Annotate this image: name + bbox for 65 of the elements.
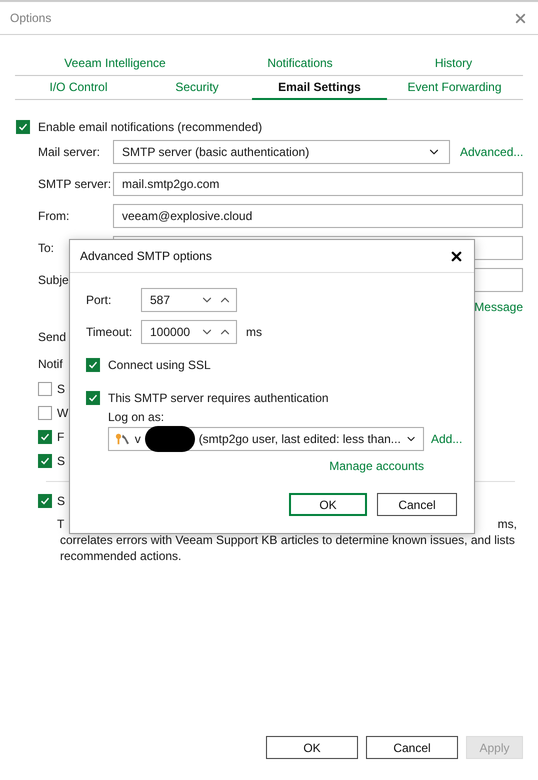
checkbox[interactable]: [16, 120, 30, 134]
dialog-title: Advanced SMTP options: [80, 249, 212, 263]
tab[interactable]: History: [385, 52, 522, 76]
checkbox[interactable]: [38, 430, 52, 444]
checkbox-label: S: [57, 454, 66, 468]
field-label: SMTP server:: [38, 177, 112, 191]
close-button[interactable]: [449, 248, 464, 264]
dialog-button[interactable]: Cancel: [366, 736, 458, 759]
checkbox[interactable]: [38, 494, 52, 508]
checkbox[interactable]: [38, 406, 52, 420]
account-text: v: [134, 432, 141, 446]
checkmark-icon: [18, 122, 28, 132]
checkmark-icon: [40, 432, 50, 442]
section-label: Send: [38, 330, 66, 344]
field-label: Timeout:: [86, 325, 132, 339]
checkmark-icon: [40, 456, 50, 466]
advanced-link[interactable]: Advanced...: [460, 145, 524, 159]
description-text: ms,: [498, 516, 517, 532]
tab[interactable]: Event Forwarding: [387, 76, 522, 100]
tab[interactable]: Security: [142, 76, 252, 100]
add-link[interactable]: Add...: [431, 432, 462, 446]
checkbox-label: This SMTP server requires authentication: [108, 391, 329, 405]
checkmark-icon: [40, 496, 50, 506]
spin-box[interactable]: 100000: [141, 320, 237, 344]
account-dropdown[interactable]: v (smtp2go user, last edited: less than...: [108, 427, 424, 451]
section-label: Notif: [38, 357, 63, 371]
checkbox-label: S: [57, 382, 66, 396]
checkbox-label: Connect using SSL: [108, 358, 211, 372]
dialog-button[interactable]: Cancel: [377, 493, 457, 516]
checkbox-label: F: [57, 430, 64, 444]
checkmark-icon: [88, 393, 98, 403]
dialog-button[interactable]: OK: [289, 493, 367, 516]
description-text: T: [57, 516, 64, 532]
field-label: Port:: [86, 293, 112, 307]
input-field[interactable]: veeam@explosive.cloud: [113, 204, 523, 228]
checkbox[interactable]: [86, 358, 100, 372]
field-label: From:: [38, 209, 70, 223]
tab[interactable]: Veeam Intelligence: [15, 52, 215, 76]
account-text: (smtp2go user, last edited: less than...: [198, 432, 401, 446]
dropdown[interactable]: SMTP server (basic authentication): [113, 140, 450, 164]
manage-accounts-link[interactable]: Manage accounts: [329, 459, 424, 473]
message-link[interactable]: Message: [474, 300, 523, 314]
checkbox[interactable]: [38, 454, 52, 468]
checkbox-label: S: [57, 494, 66, 508]
description-text: recommended actions.: [59, 548, 182, 564]
checkbox[interactable]: [86, 391, 100, 405]
spin-box[interactable]: 587: [141, 288, 237, 312]
checkmark-icon: [88, 360, 98, 370]
checkbox-label: W: [57, 406, 68, 420]
key-icon: [115, 432, 131, 446]
tab[interactable]: Notifications: [215, 52, 385, 76]
tab[interactable]: Email Settings: [252, 76, 387, 100]
redaction-mark: [144, 426, 195, 452]
dialog-button[interactable]: OK: [266, 736, 358, 759]
description-text: correlates errors with Veeam Support KB articles to determine known issues, and lists: [59, 532, 516, 548]
unit-label: ms: [246, 325, 262, 339]
input-field[interactable]: mail.smtp2go.com: [113, 172, 523, 196]
checkbox-label: Enable email notifications (recommended): [38, 120, 262, 134]
field-label: Log on as:: [108, 410, 166, 424]
field-label: Mail server:: [38, 145, 102, 159]
field-label: Subje: [38, 273, 70, 287]
window-title: Options: [10, 11, 52, 25]
checkbox[interactable]: [38, 382, 52, 396]
field-label: To:: [38, 241, 56, 255]
tab[interactable]: I/O Control: [15, 76, 142, 100]
